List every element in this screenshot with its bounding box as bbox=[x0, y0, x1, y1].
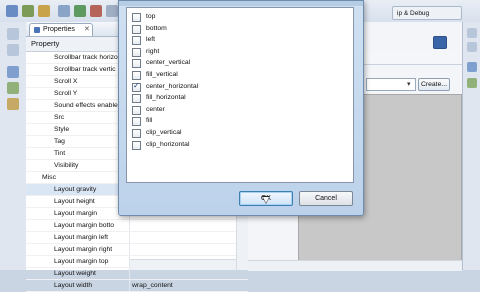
checkbox-icon[interactable] bbox=[132, 59, 141, 69]
maximize-icon[interactable] bbox=[467, 42, 477, 52]
gravity-option-label: center_horizontal bbox=[146, 82, 199, 90]
row-divider bbox=[129, 232, 130, 243]
gravity-flag-list: top bottom left right center_vertical fill_ve… bbox=[126, 7, 354, 183]
property-name: Scroll Y bbox=[54, 90, 78, 97]
gravity-option[interactable]: fill bbox=[132, 115, 332, 127]
outline-view-icon[interactable] bbox=[7, 66, 19, 78]
settings-icon[interactable] bbox=[106, 5, 118, 17]
property-row[interactable]: Layout margin botto bbox=[26, 220, 248, 232]
gravity-option-label: center bbox=[146, 105, 165, 113]
property-name: Layout margin left bbox=[54, 234, 109, 241]
cancel-button[interactable]: Cancel bbox=[299, 191, 353, 206]
row-divider bbox=[129, 244, 130, 255]
gravity-option-label: fill bbox=[146, 117, 153, 125]
property-name: Layout gravity bbox=[54, 186, 97, 193]
properties-icon bbox=[34, 27, 40, 33]
editor-mode-icon[interactable] bbox=[433, 36, 447, 49]
minimize-icon[interactable] bbox=[7, 28, 19, 40]
property-name: Layout margin botto bbox=[54, 222, 115, 229]
gravity-option[interactable]: left bbox=[132, 34, 332, 46]
checkbox-icon[interactable] bbox=[132, 71, 141, 80]
gravity-option-label: clip_horizontal bbox=[146, 140, 190, 148]
tab-properties[interactable]: Properties ✕ bbox=[29, 23, 93, 36]
dialog-title-bar bbox=[119, 1, 363, 6]
property-row[interactable]: Layout width wrap_content bbox=[26, 280, 248, 292]
gravity-option-label: top bbox=[146, 13, 156, 20]
palette-icon[interactable] bbox=[467, 78, 477, 88]
checkbox-icon[interactable] bbox=[132, 13, 141, 22]
row-divider bbox=[129, 220, 130, 231]
property-name: Layout margin right bbox=[54, 246, 113, 253]
checkbox-icon[interactable] bbox=[132, 24, 141, 34]
properties-horizontal-scrollbar[interactable] bbox=[130, 259, 236, 270]
gravity-option-label: bottom bbox=[146, 24, 167, 32]
property-name: Layout width bbox=[54, 282, 93, 289]
close-icon[interactable]: ✕ bbox=[84, 25, 90, 35]
gravity-option[interactable]: clip_horizontal bbox=[132, 139, 332, 150]
property-row[interactable]: Layout margin left bbox=[26, 232, 248, 244]
minimize-icon[interactable] bbox=[467, 28, 477, 38]
gravity-option-label: clip_vertical bbox=[146, 129, 182, 136]
left-toolbar-strip bbox=[0, 22, 27, 270]
property-name: Scroll X bbox=[54, 78, 78, 85]
checkbox-icon[interactable] bbox=[132, 47, 141, 57]
gravity-option[interactable]: fill_vertical bbox=[132, 69, 332, 80]
property-name: Layout margin bbox=[54, 210, 98, 217]
gravity-option[interactable]: center_horizontal bbox=[132, 81, 332, 92]
gravity-option-label: right bbox=[146, 47, 160, 55]
mouse-cursor-fill bbox=[263, 197, 269, 203]
gravity-option-label: center_vertical bbox=[146, 59, 191, 67]
right-toolbar-strip bbox=[462, 22, 480, 270]
task-view-icon[interactable] bbox=[7, 98, 19, 110]
editor-horizontal-scrollbar[interactable] bbox=[248, 260, 462, 271]
property-name: Misc bbox=[42, 174, 56, 181]
gravity-flags-dialog: top bottom left right center_vertical fill_ve… bbox=[118, 0, 364, 216]
configuration-select[interactable]: ▾ bbox=[366, 78, 416, 91]
property-name: Layout height bbox=[54, 198, 95, 205]
gravity-option-label: fill_vertical bbox=[146, 71, 178, 78]
checkbox-icon[interactable] bbox=[132, 117, 141, 127]
gravity-option[interactable]: top bbox=[132, 11, 332, 22]
outline-icon[interactable] bbox=[467, 62, 477, 72]
create-button[interactable]: Create... bbox=[418, 78, 450, 91]
debug-icon[interactable] bbox=[90, 5, 102, 17]
gravity-option-label: fill_horizontal bbox=[146, 94, 186, 102]
gravity-option[interactable]: center_vertical bbox=[132, 57, 332, 69]
package-view-icon[interactable] bbox=[7, 82, 19, 94]
gravity-option[interactable]: bottom bbox=[132, 23, 332, 34]
gravity-option[interactable]: fill_horizontal bbox=[132, 92, 332, 104]
save-icon[interactable] bbox=[22, 5, 34, 17]
new-file-icon[interactable] bbox=[6, 5, 18, 17]
property-name: Scrollbar track vertic bbox=[54, 66, 116, 73]
property-name: Src bbox=[54, 114, 65, 121]
property-value[interactable]: wrap_content bbox=[132, 280, 173, 291]
checkbox-icon[interactable] bbox=[132, 36, 141, 46]
build-icon[interactable] bbox=[58, 5, 70, 17]
property-name: Style bbox=[54, 126, 70, 133]
property-name: Sound effects enable bbox=[54, 102, 118, 109]
checkbox-checked-icon[interactable] bbox=[132, 81, 141, 92]
gravity-option[interactable]: right bbox=[132, 46, 332, 57]
gravity-option-label: left bbox=[146, 36, 156, 44]
gravity-option[interactable]: clip_vertical bbox=[132, 127, 332, 138]
chevron-down-icon: ▾ bbox=[407, 81, 411, 88]
checkbox-icon[interactable] bbox=[132, 140, 141, 150]
checkbox-icon[interactable] bbox=[132, 129, 141, 138]
perspective-button[interactable]: ip & Debug bbox=[392, 6, 462, 20]
maximize-icon[interactable] bbox=[7, 44, 19, 56]
property-name: Tag bbox=[54, 138, 65, 145]
property-name: Layout margin top bbox=[54, 258, 109, 265]
property-name: Visibility bbox=[54, 162, 79, 169]
property-row[interactable]: Layout margin right bbox=[26, 244, 248, 256]
row-divider bbox=[129, 280, 130, 291]
property-name: Tint bbox=[54, 150, 66, 157]
checkbox-icon[interactable] bbox=[132, 105, 141, 115]
tab-properties-label: Properties bbox=[43, 26, 75, 33]
run-icon[interactable] bbox=[74, 5, 86, 17]
gravity-option[interactable]: center bbox=[132, 104, 332, 115]
property-name: Scrollbar track horizo bbox=[54, 54, 118, 61]
open-folder-icon[interactable] bbox=[38, 5, 50, 17]
property-column-label: Property bbox=[31, 39, 60, 48]
checkbox-icon[interactable] bbox=[132, 94, 141, 104]
